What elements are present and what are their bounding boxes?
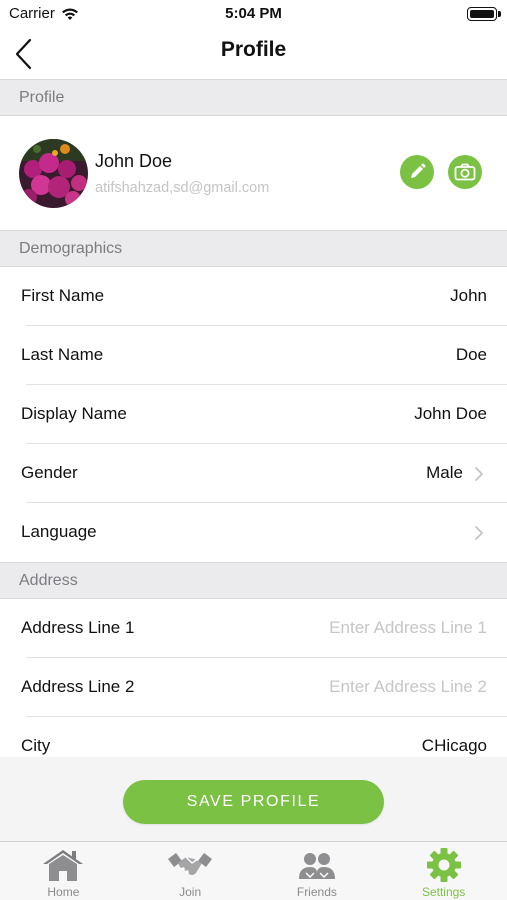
city-value[interactable]: CHicago xyxy=(422,736,487,756)
profile-email: atifshahzad,sd@gmail.com xyxy=(95,180,270,196)
address-line-1-input[interactable] xyxy=(267,614,487,642)
first-name-row[interactable]: First Name John xyxy=(0,267,507,326)
profile-name: John Doe xyxy=(95,151,173,171)
avatar-image xyxy=(19,139,88,208)
save-area: SAVE PROFILE xyxy=(0,757,507,841)
status-bar: Carrier 5:04 PM xyxy=(0,0,507,28)
avatar[interactable] xyxy=(19,139,88,208)
tab-home[interactable]: Home xyxy=(0,842,127,900)
tab-home-label: Home xyxy=(47,885,80,899)
last-name-label: Last Name xyxy=(21,345,104,364)
home-icon xyxy=(43,850,84,881)
handshake-icon xyxy=(168,853,213,875)
last-name-value[interactable]: Doe xyxy=(456,345,487,365)
language-label: Language xyxy=(21,522,97,541)
tab-join-label: Join xyxy=(179,885,202,899)
camera-icon xyxy=(454,163,476,181)
battery-icon xyxy=(467,7,501,21)
gear-icon xyxy=(426,848,461,882)
display-name-label: Display Name xyxy=(21,404,127,423)
tab-settings[interactable]: Settings xyxy=(380,842,507,900)
navigation-bar: Profile xyxy=(0,28,507,80)
city-label: City xyxy=(21,736,51,755)
address-line-2-label: Address Line 2 xyxy=(21,677,135,696)
page-title: Profile xyxy=(220,38,287,61)
status-time: 5:04 PM xyxy=(225,5,282,22)
display-name-row[interactable]: Display Name John Doe xyxy=(0,385,507,444)
language-row[interactable]: Language xyxy=(0,503,507,562)
display-name-value[interactable]: John Doe xyxy=(414,404,487,424)
tab-friends-label: Friends xyxy=(296,885,337,899)
edit-profile-button[interactable] xyxy=(400,155,434,189)
tab-join[interactable]: Join xyxy=(127,842,254,900)
section-header-address: Address xyxy=(0,562,507,599)
address-line-1-row[interactable]: Address Line 1 xyxy=(0,599,507,658)
gender-value: Male xyxy=(426,463,463,482)
section-header-demographics: Demographics xyxy=(0,230,507,267)
address-line-2-row[interactable]: Address Line 2 xyxy=(0,658,507,717)
last-name-row[interactable]: Last Name Doe xyxy=(0,326,507,385)
chevron-right-icon xyxy=(475,526,483,540)
gender-label: Gender xyxy=(21,463,78,482)
section-header-profile: Profile xyxy=(0,79,507,116)
friends-icon xyxy=(298,853,335,879)
first-name-label: First Name xyxy=(21,286,105,305)
first-name-value[interactable]: John xyxy=(450,286,487,306)
tab-friends[interactable]: Friends xyxy=(254,842,381,900)
tab-bar: Home Join Friends Settings xyxy=(0,841,507,900)
profile-card: John Doe atifshahzad,sd@gmail.com xyxy=(0,117,507,230)
address-line-1-label: Address Line 1 xyxy=(21,618,135,637)
tab-settings-label: Settings xyxy=(421,885,466,899)
change-photo-button[interactable] xyxy=(448,155,482,189)
gender-row[interactable]: Gender Male xyxy=(0,444,507,503)
chevron-right-icon xyxy=(475,467,483,481)
pencil-icon xyxy=(411,163,426,178)
address-line-2-input[interactable] xyxy=(267,673,487,701)
save-profile-button[interactable]: SAVE PROFILE xyxy=(123,780,384,824)
